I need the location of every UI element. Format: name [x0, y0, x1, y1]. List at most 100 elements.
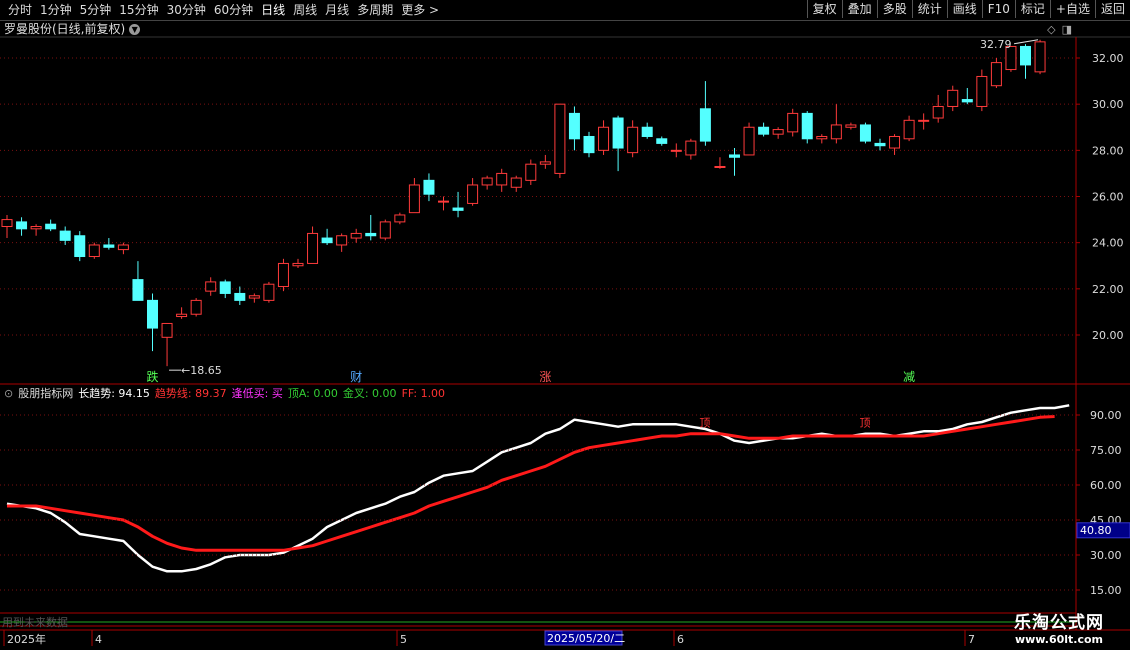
candle-30 [438, 196, 449, 211]
candle-7 [103, 238, 115, 250]
candle-body-11 [161, 322, 173, 338]
candle-body-65 [947, 89, 959, 107]
candle-57 [830, 104, 842, 144]
candle-body-18 [263, 283, 275, 301]
candle-36 [525, 159, 537, 185]
candle-body-55 [801, 112, 813, 140]
candle-44 [641, 122, 653, 139]
candle-body-60 [874, 142, 886, 147]
ind-y-tick-5: 15.00 [1090, 584, 1122, 597]
ind-y-tick-0: 90.00 [1090, 409, 1122, 422]
candle-46 [670, 143, 682, 158]
main-y-tick-6: 20.00 [1092, 329, 1124, 342]
candle-body-56 [816, 135, 828, 140]
indicator-item-3: 顶A: 0.00 [287, 387, 338, 400]
candle-body-59 [859, 124, 871, 142]
candle-body-70 [1020, 45, 1031, 66]
low-price-label: ←18.65 [181, 364, 222, 377]
candle-2 [30, 224, 42, 236]
candle-14 [205, 277, 217, 296]
candle-27 [394, 212, 406, 225]
main-y-tick-4: 24.00 [1092, 237, 1124, 250]
main-y-tick-1: 30.00 [1092, 98, 1124, 111]
candle-body-35 [510, 177, 522, 188]
candle-20 [292, 258, 304, 269]
candle-body-47 [685, 140, 697, 156]
candle-60 [874, 138, 886, 151]
candle-body-38 [554, 103, 566, 174]
candle-39 [568, 106, 580, 151]
indicator-line-1 [7, 415, 1055, 552]
candle-body-63 [918, 119, 930, 122]
chart-canvas[interactable]: 32.00 30.00 28.00 26.00 24.00 22.00 20.00 32.79… [0, 0, 1130, 650]
candle-58 [845, 122, 857, 130]
candle-body-32 [467, 184, 479, 204]
candle-28 [408, 178, 420, 214]
ind-y-tick-2: 60.00 [1090, 479, 1122, 492]
high-price-label: 32.79 [980, 38, 1012, 51]
candle-body-46 [670, 149, 682, 152]
future-data-label: 用到未来数据 [2, 616, 68, 629]
candle-38 [554, 103, 566, 179]
candle-15 [219, 279, 231, 299]
watermark-main: 乐淘公式网 [1014, 613, 1104, 633]
candle-body-42 [612, 117, 624, 149]
watermark-url: www.60lt.com [1014, 633, 1104, 646]
indicator-chevron-icon[interactable]: ⊙ [4, 387, 13, 400]
candle-49 [714, 157, 726, 169]
candle-21 [307, 226, 319, 264]
candle-body-19 [277, 262, 289, 288]
candle-13 [190, 298, 202, 317]
candle-body-20 [292, 262, 304, 267]
candle-body-37 [539, 161, 551, 165]
candle-body-50 [729, 154, 740, 158]
candle-body-10 [147, 299, 158, 329]
candle-body-31 [452, 207, 464, 211]
candle-23 [336, 233, 348, 252]
candle-body-6 [88, 244, 100, 258]
candle-64 [932, 94, 944, 123]
candle-body-61 [889, 135, 901, 149]
candle-body-41 [598, 126, 610, 151]
candle-11 [161, 322, 173, 367]
candle-19 [277, 258, 289, 292]
candle-body-7 [103, 244, 115, 248]
candle-24 [350, 228, 362, 243]
candle-body-23 [336, 235, 348, 246]
candle-33 [481, 175, 493, 190]
indicator-item-5: FF: 1.00 [401, 387, 446, 400]
candle-body-22 [321, 237, 333, 244]
candle-body-29 [423, 179, 435, 195]
indicator-item-0: 长趋势: 94.15 [78, 387, 150, 400]
main-y-tick-3: 26.00 [1092, 191, 1124, 204]
candle-body-54 [787, 112, 799, 133]
candle-body-27 [394, 214, 406, 223]
candle-body-0 [1, 219, 13, 228]
candle-body-25 [365, 232, 377, 237]
candle-6 [88, 242, 100, 259]
candle-body-53 [772, 129, 784, 135]
signal-marker-2: 涨 [539, 369, 551, 384]
candle-body-43 [627, 126, 639, 154]
candle-66 [961, 88, 973, 105]
current-value-text: 40.80 [1080, 524, 1112, 537]
candle-10 [147, 293, 158, 352]
candle-68 [990, 58, 1002, 89]
candle-body-48 [699, 108, 711, 142]
candle-3 [45, 219, 57, 232]
candle-45 [656, 136, 668, 146]
candle-9 [132, 261, 144, 301]
candle-body-16 [234, 292, 246, 301]
candle-35 [510, 175, 522, 192]
candle-body-9 [132, 279, 144, 301]
candle-55 [801, 111, 813, 144]
indicator-title-row: ⊙ 股朋指标网 长趋势: 94.15 趋势线: 89.37 逢低买: 买顶A: 0.00… [4, 387, 455, 401]
ind-y-tick-4: 30.00 [1090, 549, 1122, 562]
candle-body-51 [743, 126, 755, 156]
indicator-line-0 [6, 404, 1070, 573]
watermark: 乐淘公式网 www.60lt.com [1014, 608, 1104, 646]
indicator-item-2: 逢低买: 买 [231, 387, 283, 400]
candle-47 [685, 138, 697, 160]
candle-43 [627, 120, 639, 158]
candle-body-33 [481, 177, 493, 186]
